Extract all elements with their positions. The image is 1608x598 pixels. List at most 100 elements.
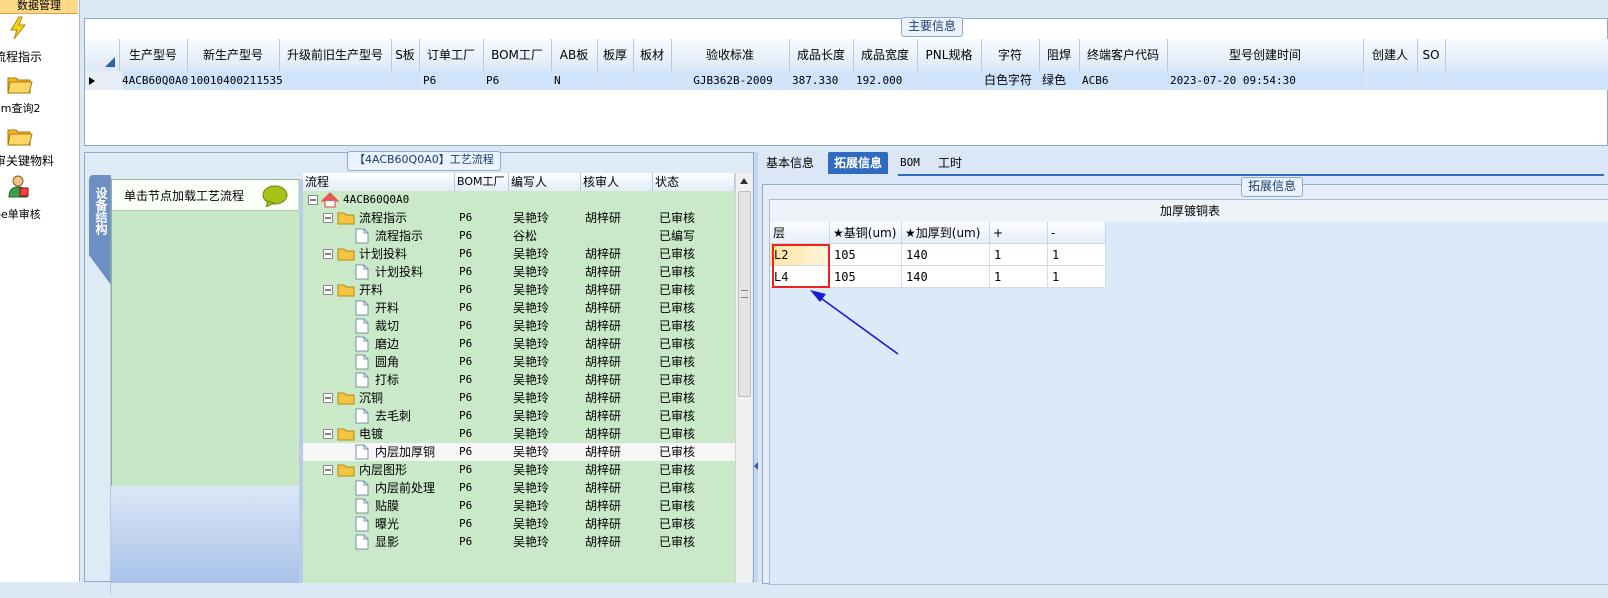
lightning-icon (10, 16, 27, 40)
sidebar-item-pe-review[interactable]: pe单审核 (0, 174, 78, 224)
copper-col-header[interactable]: 层 (770, 222, 830, 244)
col-header[interactable]: PNL规格 (917, 39, 982, 71)
copper-col-header[interactable]: + (990, 222, 1048, 244)
design-hint-bar[interactable]: 单击节点加载工艺流程 (112, 180, 298, 211)
tree-col-header[interactable]: 核审人 (581, 173, 653, 191)
tree-leaf-node[interactable]: 计划投料 P6 吴艳玲 胡梓研 已审核 (303, 263, 735, 281)
cell-order-factory[interactable]: P6 (419, 71, 488, 90)
tree-group-node[interactable]: 电镀 P6 吴艳玲 胡梓研 已审核 (303, 425, 735, 443)
cell-length[interactable]: 387.330 (789, 71, 857, 90)
detail-tabs: 基本信息 拓展信息 BOM 工时 (758, 150, 1608, 176)
col-header[interactable]: 型号创建时间 (1167, 39, 1364, 71)
col-header[interactable]: 板材 (633, 39, 672, 71)
col-header[interactable]: 生产型号 (119, 39, 188, 71)
home-icon (321, 192, 339, 208)
tree-leaf-node[interactable]: 磨边 P6 吴艳玲 胡梓研 已审核 (303, 335, 735, 353)
tree-group-node[interactable]: 沉铜 P6 吴艳玲 胡梓研 已审核 (303, 389, 735, 407)
col-header[interactable]: 验收标准 (671, 39, 790, 71)
copper-cell-target[interactable]: 140 (902, 266, 990, 288)
copper-cell-base[interactable]: 105 (830, 244, 902, 266)
scroll-up-icon[interactable] (739, 177, 749, 185)
table-row[interactable]: 4ACB60Q0A0 10010400211535 P6 P6 N GJB362… (85, 71, 1608, 90)
scroll-thumb[interactable] (738, 191, 751, 397)
col-header[interactable]: 成品长度 (789, 39, 854, 71)
cell-thickness[interactable] (597, 71, 637, 90)
tree-col-header[interactable]: 状态 (653, 173, 735, 191)
copper-col-header[interactable]: ★基铜(um) (830, 222, 902, 244)
folder-icon (7, 129, 33, 146)
cell-new-model[interactable]: 10010400211535 (187, 71, 283, 90)
cell-old-model[interactable] (279, 71, 395, 90)
tree-root[interactable]: 4ACB60Q0A0 (303, 191, 735, 209)
grid-corner[interactable] (85, 39, 120, 71)
cell-model[interactable]: 4ACB60Q0A0 (119, 71, 191, 90)
tab-work-hours[interactable]: 工时 (932, 152, 968, 174)
tab-extended-info[interactable]: 拓展信息 (828, 152, 889, 174)
col-header[interactable]: 终端客户代码 (1079, 39, 1168, 71)
col-header[interactable]: AB板 (551, 39, 598, 71)
tree-group-node[interactable]: 内层图形 P6 吴艳玲 胡梓研 已审核 (303, 461, 735, 479)
copper-cell-plus[interactable]: 1 (990, 244, 1048, 266)
col-header[interactable]: 成品宽度 (853, 39, 918, 71)
tree-node-factory: P6 (459, 229, 473, 242)
tree-leaf-node[interactable]: 裁切 P6 吴艳玲 胡梓研 已审核 (303, 317, 735, 335)
cell-customer[interactable]: ACB6 (1079, 71, 1171, 90)
cell-width[interactable]: 192.000 (853, 71, 921, 90)
col-header[interactable]: 新生产型号 (187, 39, 280, 71)
copper-col-header[interactable]: ★加厚到(um) (902, 222, 990, 244)
tree-col-header[interactable]: 流程 (303, 173, 455, 191)
tree-leaf-node[interactable]: 曝光 P6 吴艳玲 胡梓研 已审核 (303, 515, 735, 533)
copper-cell-minus[interactable]: 1 (1048, 266, 1106, 288)
cell-bom-factory[interactable]: P6 (483, 71, 555, 90)
tree-leaf-node[interactable]: 打标 P6 吴艳玲 胡梓研 已审核 (303, 371, 735, 389)
col-header[interactable]: BOM工厂 (483, 39, 552, 71)
sidebar-header[interactable]: 数据管理 (0, 0, 78, 14)
sidebar-item-bom-query[interactable]: om查询2 (0, 70, 78, 118)
tab-basic-info[interactable]: 基本信息 (760, 152, 820, 174)
cell-standard[interactable]: GJB362B-2009 (671, 71, 793, 90)
tree-col-header[interactable]: 编写人 (509, 173, 581, 191)
col-header[interactable]: 板厚 (597, 39, 634, 71)
extended-info-title: 拓展信息 (1241, 177, 1304, 197)
col-header[interactable]: 订单工厂 (419, 39, 484, 71)
col-header[interactable]: S板 (391, 39, 420, 71)
tree-leaf-node[interactable]: 贴膜 P6 吴艳玲 胡梓研 已审核 (303, 497, 735, 515)
tree-leaf-node[interactable]: 内层加厚铜 P6 吴艳玲 胡梓研 已审核 (303, 443, 735, 461)
document-icon (355, 318, 369, 334)
copper-col-header[interactable]: - (1048, 222, 1106, 244)
col-header[interactable]: 阻焊 (1039, 39, 1080, 71)
tab-bom[interactable]: BOM (894, 152, 926, 174)
cell-char[interactable]: 白色字符 (981, 71, 1043, 90)
vertical-tab-design[interactable]: 设备结构 (89, 175, 112, 595)
process-title: 【4ACB60Q0A0】工艺流程 (347, 151, 501, 171)
row-indicator[interactable] (85, 71, 123, 90)
tree-group-node[interactable]: 计划投料 P6 吴艳玲 胡梓研 已审核 (303, 245, 735, 263)
col-header[interactable]: 字符 (981, 39, 1040, 71)
cell-pnl[interactable] (917, 71, 985, 90)
copper-cell-plus[interactable]: 1 (990, 266, 1048, 288)
col-header[interactable]: SO (1417, 39, 1446, 71)
cell-created[interactable]: 2023-07-20 09:54:30 (1167, 71, 1367, 90)
tree-scrollbar[interactable] (735, 173, 752, 583)
cell-material[interactable] (633, 71, 675, 90)
tree-leaf-node[interactable]: 开料 P6 吴艳玲 胡梓研 已审核 (303, 299, 735, 317)
cell-creator[interactable] (1363, 71, 1421, 90)
tree-group-node[interactable]: 开料 P6 吴艳玲 胡梓研 已审核 (303, 281, 735, 299)
tree-group-node[interactable]: 流程指示 P6 吴艳玲 胡梓研 已审核 (303, 209, 735, 227)
tree-leaf-node[interactable]: 流程指示 P6 谷松 已编写 (303, 227, 735, 245)
tree-leaf-node[interactable]: 去毛刺 P6 吴艳玲 胡梓研 已审核 (303, 407, 735, 425)
cell-solder[interactable]: 绿色 (1039, 71, 1083, 90)
copper-cell-minus[interactable]: 1 (1048, 244, 1106, 266)
col-header[interactable]: 创建人 (1363, 39, 1418, 71)
tree-node-label: 内层图形 (359, 463, 408, 477)
copper-cell-target[interactable]: 140 (902, 244, 990, 266)
cell-so[interactable] (1417, 71, 1449, 90)
sidebar-item-flow[interactable]: 流程指示 (0, 14, 78, 66)
tree-leaf-node[interactable]: 显影 P6 吴艳玲 胡梓研 已审核 (303, 533, 735, 551)
cell-ab-board[interactable]: N (551, 71, 601, 90)
tree-col-header[interactable]: BOM工厂 (455, 173, 509, 191)
tree-leaf-node[interactable]: 圆角 P6 吴艳玲 胡梓研 已审核 (303, 353, 735, 371)
tree-leaf-node[interactable]: 内层前处理 P6 吴艳玲 胡梓研 已审核 (303, 479, 735, 497)
col-header[interactable]: 升级前旧生产型号 (279, 39, 392, 71)
sidebar-item-key-material[interactable]: 审关键物料 (0, 124, 78, 172)
